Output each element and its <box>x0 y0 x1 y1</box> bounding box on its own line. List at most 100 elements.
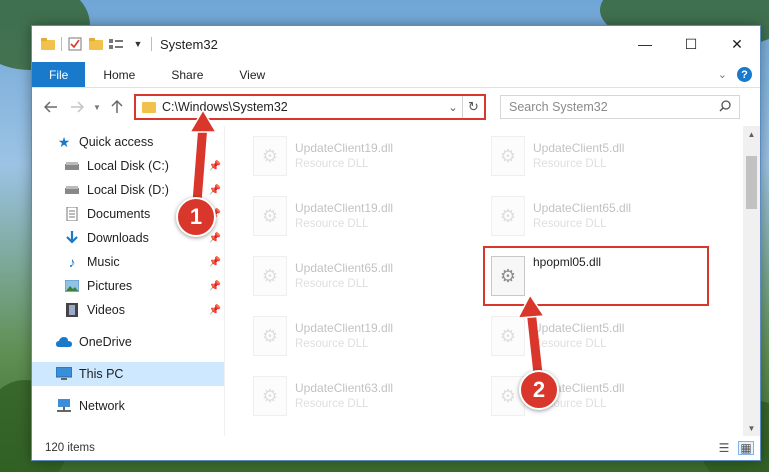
nav-network[interactable]: Network <box>32 394 224 418</box>
file-name: UpdateClient5.dll <box>533 141 625 155</box>
dll-file-icon: ⚙ <box>253 136 287 176</box>
file-item[interactable]: ⚙ UpdateClient5.dll Resource DLL <box>491 126 729 186</box>
file-name: hpopml05.dll <box>533 255 602 269</box>
search-icon[interactable] <box>719 99 731 115</box>
nav-label: This PC <box>79 367 124 381</box>
dll-file-icon: ⚙ <box>491 376 525 416</box>
pin-icon[interactable]: 📌 <box>209 305 221 316</box>
nav-label: Local Disk (D:) <box>87 183 169 197</box>
nav-pictures[interactable]: Pictures 📌 <box>32 274 224 298</box>
file-type: Resource DLL <box>295 278 369 290</box>
drive-icon <box>64 183 80 197</box>
file-type: Resource DLL <box>295 398 369 410</box>
navigation-pane: ★ Quick access Local Disk (C:) 📌 Local D… <box>32 126 225 436</box>
file-type: Resource DLL <box>533 158 607 170</box>
tiles-view-icon[interactable]: ▦ <box>738 441 754 455</box>
nav-quick-access[interactable]: ★ Quick access <box>32 130 224 154</box>
minimize-button[interactable]: — <box>622 26 668 62</box>
file-item[interactable]: ⚙ UpdateClient19.dll Resource DLL <box>253 186 491 246</box>
nav-videos[interactable]: Videos 📌 <box>32 298 224 322</box>
pin-icon[interactable]: 📌 <box>209 281 221 292</box>
navigation-bar: ▼ C:\Windows\System32 ⌄ ↻ <box>32 88 760 126</box>
file-name: UpdateClient19.dll <box>295 321 394 335</box>
pin-icon[interactable]: 📌 <box>209 257 221 268</box>
file-item[interactable]: ⚙ UpdateClient5.dll Resource DLL <box>491 306 729 366</box>
nav-downloads[interactable]: Downloads 📌 <box>32 226 224 250</box>
scroll-down-icon[interactable]: ▼ <box>743 420 760 436</box>
nav-local-disk-c[interactable]: Local Disk (C:) 📌 <box>32 154 224 178</box>
file-type: Resource DLL <box>295 218 369 230</box>
scroll-up-icon[interactable]: ▲ <box>743 126 760 142</box>
pin-icon[interactable]: 📌 <box>209 161 221 172</box>
explorer-content: ★ Quick access Local Disk (C:) 📌 Local D… <box>32 126 760 436</box>
tab-share[interactable]: Share <box>153 62 221 87</box>
nav-label: Local Disk (C:) <box>87 159 169 173</box>
tab-file[interactable]: File <box>32 62 86 87</box>
window-controls: — ☐ ✕ <box>622 26 760 62</box>
recent-locations-icon[interactable]: ▼ <box>92 96 102 118</box>
refresh-button[interactable]: ↻ <box>462 96 484 118</box>
file-item[interactable]: ⚙ UpdateClient19.dll Resource DLL <box>253 126 491 186</box>
file-item[interactable]: ⚙ UpdateClient65.dll Resource DLL <box>253 246 491 306</box>
file-type: Resource DLL <box>533 398 607 410</box>
nav-onedrive[interactable]: OneDrive <box>32 330 224 354</box>
nav-local-disk-d[interactable]: Local Disk (D:) 📌 <box>32 178 224 202</box>
file-item[interactable]: ⚙ UpdateClient63.dll Resource DLL <box>253 366 491 426</box>
quick-access-toolbar: ▼ <box>40 37 152 51</box>
help-icon[interactable]: ? <box>737 67 752 82</box>
folder-icon <box>142 101 156 113</box>
pin-icon[interactable]: 📌 <box>209 209 221 220</box>
dll-file-icon: ⚙ <box>253 316 287 356</box>
back-button[interactable] <box>40 96 62 118</box>
file-name: UpdateClient65.dll <box>295 261 394 275</box>
file-type: Resource DLL <box>533 338 607 350</box>
nav-music[interactable]: ♪ Music 📌 <box>32 250 224 274</box>
search-input[interactable] <box>509 100 719 114</box>
pictures-icon <box>64 279 80 293</box>
vertical-scrollbar[interactable]: ▲ ▼ <box>743 126 760 436</box>
tab-home[interactable]: Home <box>85 62 153 87</box>
pin-icon[interactable]: 📌 <box>209 185 221 196</box>
file-name: UpdateClient19.dll <box>295 201 394 215</box>
toolbar-separator <box>151 37 152 51</box>
details-view-icon[interactable]: ☰ <box>716 441 732 455</box>
address-path[interactable]: C:\Windows\System32 <box>162 100 444 114</box>
videos-icon <box>64 303 80 317</box>
file-item[interactable]: ⚙ UpdateClient5.dll Resource DLL <box>491 366 729 426</box>
customize-toolbar-icon[interactable]: ▼ <box>130 37 146 51</box>
nav-label: Documents <box>87 207 151 221</box>
tab-view[interactable]: View <box>221 62 283 87</box>
expand-ribbon-icon[interactable]: ⌄ <box>718 68 727 81</box>
nav-this-pc[interactable]: This PC <box>32 362 224 386</box>
star-icon: ★ <box>57 133 71 150</box>
forward-button[interactable] <box>66 96 88 118</box>
maximize-button[interactable]: ☐ <box>668 26 714 62</box>
file-item-hpopml05[interactable]: ⚙ hpopml05.dll <box>483 246 709 306</box>
nav-label: Quick access <box>79 135 154 149</box>
dll-file-icon: ⚙ <box>253 376 287 416</box>
properties-icon[interactable] <box>67 37 83 51</box>
close-button[interactable]: ✕ <box>714 26 760 62</box>
pin-icon[interactable]: 📌 <box>209 233 221 244</box>
title-bar: ▼ System32 — ☐ ✕ <box>32 26 760 62</box>
view-options-icon[interactable] <box>109 37 125 51</box>
nav-label: Pictures <box>87 279 133 293</box>
file-item[interactable]: ⚙ UpdateClient19.dll Resource DLL <box>253 306 491 366</box>
search-box[interactable] <box>500 95 740 119</box>
nav-label: OneDrive <box>79 335 132 349</box>
ribbon-right-controls: ⌄ ? <box>718 62 760 87</box>
file-type: Resource DLL <box>295 338 369 350</box>
chevron-down-icon[interactable]: ⌄ <box>444 101 462 114</box>
file-name: UpdateClient5.dll <box>533 381 625 395</box>
nav-documents[interactable]: Documents 📌 <box>32 202 224 226</box>
up-button[interactable] <box>106 96 128 118</box>
address-bar[interactable]: C:\Windows\System32 ⌄ ↻ <box>134 94 486 120</box>
item-count: 120 items <box>45 442 95 454</box>
file-name: UpdateClient63.dll <box>295 381 394 395</box>
scroll-thumb[interactable] <box>746 156 757 209</box>
file-item[interactable]: ⚙ UpdateClient65.dll Resource DLL <box>491 186 729 246</box>
ribbon-tabs: File Home Share View ⌄ ? <box>32 62 760 88</box>
new-folder-icon[interactable] <box>88 37 104 51</box>
